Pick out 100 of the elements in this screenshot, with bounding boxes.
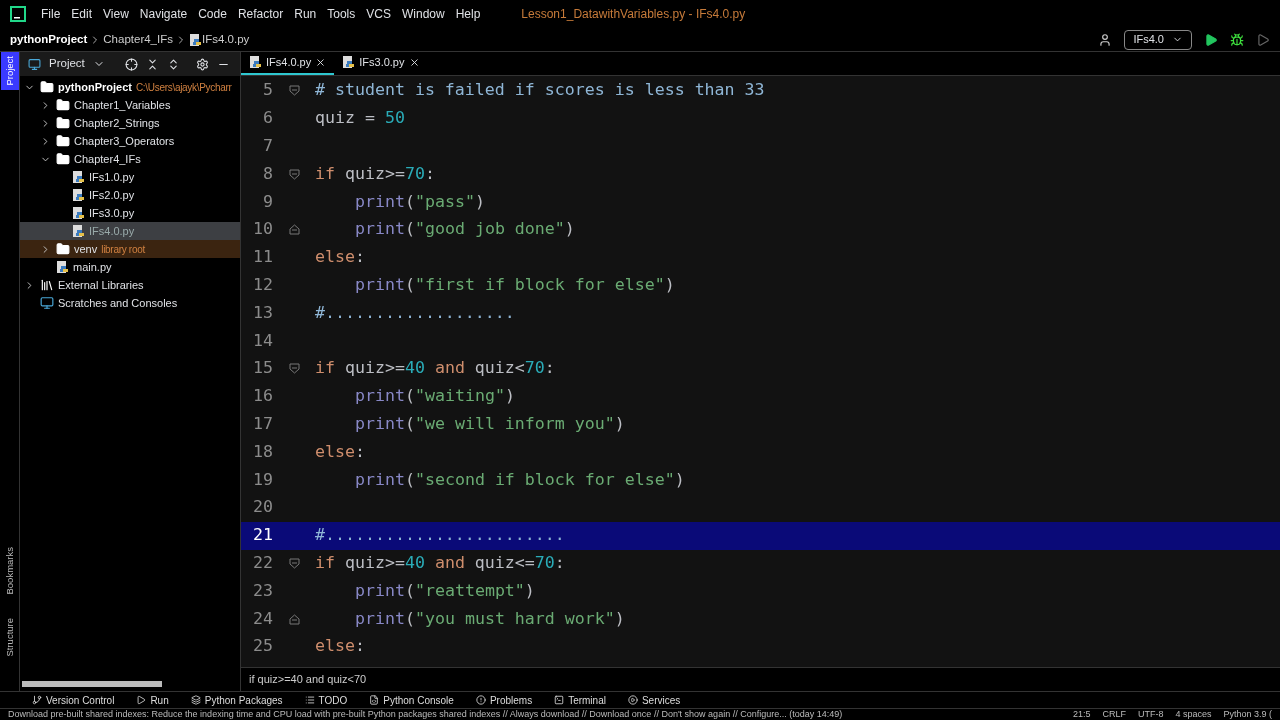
line-number: 24 [252,607,273,630]
menu-item[interactable]: Code [198,5,227,23]
tree-item[interactable]: Chapter2_Strings [20,114,240,132]
terminal-icon [554,695,565,705]
code-text: print("pass") [354,190,485,213]
close-icon[interactable] [408,56,420,68]
fold-end-icon[interactable] [288,613,300,625]
tree-item[interactable]: Chapter4_IFs [20,150,240,168]
tree-item[interactable]: IFs2.0.py [20,186,240,204]
tree-label: Scratches and Consoles [58,295,178,311]
python-file-icon [189,32,202,47]
menu-item[interactable]: View [103,5,129,23]
line-number: 11 [252,246,273,269]
code-text: if quiz>=70: [315,162,435,185]
settings-icon[interactable] [195,57,209,71]
tree-label: IFs4.0.py [89,223,135,239]
folder-icon [40,80,54,94]
scrollbar[interactable] [22,681,162,687]
line-number: 5 [262,79,273,102]
status-item[interactable]: UTF-8 [1137,710,1164,719]
library-icon [40,278,54,292]
editor-tab[interactable]: IFs4.0.py [241,51,335,75]
line-number: 8 [262,162,273,185]
code-breadcrumb[interactable]: if quiz>=40 and quiz<70 [249,671,367,688]
line-number: 21 [252,524,273,547]
tree-item[interactable]: IFs4.0.py [20,222,240,240]
menu-item[interactable]: Tools [327,5,356,23]
line-number: 25 [252,635,273,658]
fold-icon[interactable] [288,363,300,375]
panel-title[interactable]: Project [49,55,85,73]
menu-item[interactable]: VCS [366,5,391,23]
tool-window-button[interactable]: Python Console [369,692,454,708]
menu-item[interactable]: Edit [71,5,93,23]
tree-label: IFs2.0.py [89,187,135,203]
alert-icon [475,695,486,705]
line-number: 18 [252,440,273,463]
python-file-icon [249,55,262,69]
run-config-dropdown[interactable]: IFs4.0 [1124,29,1192,50]
python-file-icon [72,170,85,184]
python-file-icon [342,55,356,69]
code-text: else: [315,246,365,269]
user-icon[interactable] [1098,32,1113,47]
status-item[interactable]: Python 3.9 ( [1223,710,1272,719]
tree-label: Chapter2_Strings [74,115,160,131]
menu-item[interactable]: Run [294,5,317,23]
line-number: 22 [252,552,273,574]
tree-item[interactable]: Chapter3_Operators [20,132,240,150]
locate-icon[interactable] [124,57,138,71]
tree-note: library root [101,242,145,257]
code-text: print("waiting") [354,385,515,408]
close-icon[interactable] [315,56,327,68]
status-item[interactable]: CRLF [1102,710,1126,719]
breadcrumb-item[interactable]: IFs4.0.py [202,30,250,49]
status-item[interactable]: 4 spaces [1175,710,1212,719]
code-text: #........................ [315,524,565,547]
fold-icon[interactable] [288,168,300,180]
line-number: 9 [262,190,273,213]
tree-item[interactable]: pythonProject C:\Users\ajayk\Pycharr [20,78,240,96]
fold-icon[interactable] [288,85,300,97]
tree-item[interactable]: IFs3.0.py [20,204,240,222]
tool-window-button[interactable]: Services [627,692,681,708]
tool-window-button[interactable]: Problems [475,692,533,708]
tree-item[interactable]: External Libraries [20,276,240,294]
tree-item[interactable]: IFs1.0.py [20,168,240,186]
status-item[interactable]: 21:5 [1072,710,1091,719]
code-text: else: [315,635,365,658]
code-text: print("reattempt") [354,579,535,602]
tree-item[interactable]: Chapter1_Variables [20,96,240,114]
tool-window-button[interactable]: Run [136,692,169,708]
fold-end-icon[interactable] [288,224,300,236]
code-text: print("you must hard work") [354,607,625,630]
side-tab[interactable]: Structure [0,614,19,661]
tool-window-button[interactable]: Python Packages [190,692,283,708]
python-file-icon [72,224,85,238]
editor-tab[interactable]: IFs3.0.py [334,51,428,75]
menu-item[interactable]: Window [401,5,445,23]
line-number: 16 [252,385,273,408]
side-tab[interactable]: Bookmarks [0,542,19,599]
menu-item[interactable]: File [41,5,61,23]
debug-icon[interactable] [1230,32,1244,47]
breadcrumb-item[interactable]: pythonProject [10,30,88,49]
menu-item[interactable]: Refactor [237,5,284,23]
menu-item[interactable]: Help [455,5,481,23]
line-number: 14 [252,329,273,352]
code-text: quiz = 50 [315,107,405,130]
tree-item[interactable]: Scratches and Consoles [20,294,240,312]
tree-label: Chapter4_IFs [74,151,141,167]
side-tab[interactable]: Project [0,52,19,90]
list-icon [304,695,315,705]
breadcrumb-item[interactable]: Chapter4_IFs [103,30,173,49]
menu-item[interactable]: Navigate [139,5,188,23]
folder-icon [56,98,70,112]
tree-item[interactable]: main.py [20,258,240,276]
tool-window-button[interactable]: TODO [304,692,348,708]
tool-window-button[interactable]: Version Control [32,692,115,708]
tree-item[interactable]: venv library root [20,240,240,258]
fold-icon[interactable] [288,557,300,569]
tool-window-button[interactable]: Terminal [554,692,606,708]
line-number: 15 [252,357,273,380]
run-icon[interactable] [1204,32,1218,47]
